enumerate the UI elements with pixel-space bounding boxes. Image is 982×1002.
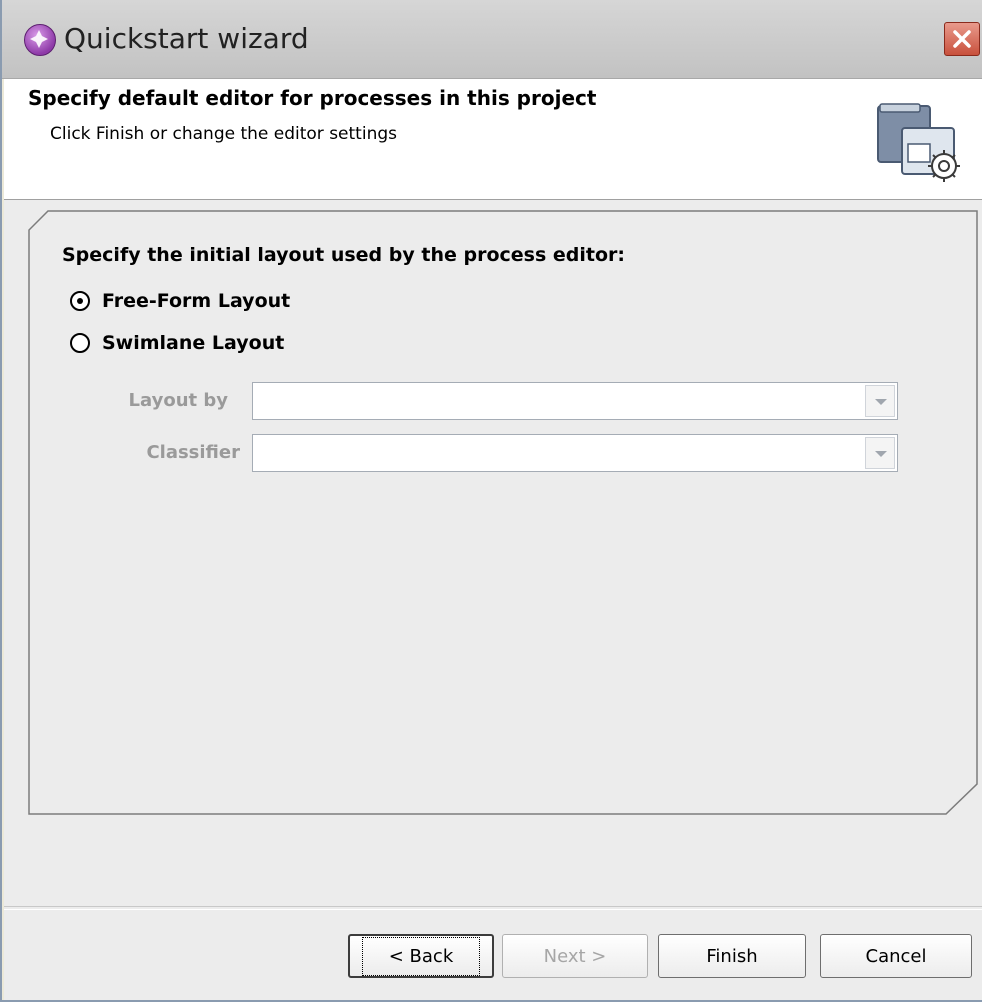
next-button[interactable]: Next > [502,934,648,978]
back-button-label: < Back [361,936,481,976]
header-subtitle: Click Finish or change the editor settin… [50,124,397,144]
editor-settings-icon [874,100,966,188]
close-icon [953,30,971,48]
footer-separator [4,906,982,910]
back-button[interactable]: < Back [348,934,494,978]
header-title: Specify default editor for processes in … [28,86,597,110]
layout-by-dropdown-button[interactable] [865,385,895,417]
layout-by-label: Layout by [128,390,228,411]
free-form-layout-label: Free-Form Layout [102,290,291,312]
radio-button-checked[interactable] [70,291,90,311]
window-title: Quickstart wizard [64,22,309,55]
wizard-icon [24,24,56,56]
classifier-label: Classifier [146,442,240,463]
close-button[interactable] [944,22,980,56]
finish-button[interactable]: Finish [658,934,806,978]
layout-section-label: Specify the initial layout used by the p… [62,244,625,266]
cancel-button-label: Cancel [865,945,927,967]
free-form-layout-radio[interactable]: Free-Form Layout [70,290,290,312]
classifier-dropdown-button[interactable] [865,437,895,469]
swimlane-layout-radio[interactable]: Swimlane Layout [70,332,284,354]
title-bar: Quickstart wizard [2,0,982,79]
finish-button-label: Finish [706,945,758,967]
next-button-label: Next > [543,945,607,967]
radio-button-unchecked[interactable] [70,333,90,353]
quickstart-wizard-dialog: Quickstart wizard Specify default editor… [0,0,982,1002]
cancel-button[interactable]: Cancel [820,934,972,978]
layout-by-combo[interactable] [252,382,898,420]
chevron-down-icon [875,451,887,457]
classifier-combo[interactable] [252,434,898,472]
swimlane-layout-label: Swimlane Layout [102,332,285,354]
chevron-down-icon [875,399,887,405]
